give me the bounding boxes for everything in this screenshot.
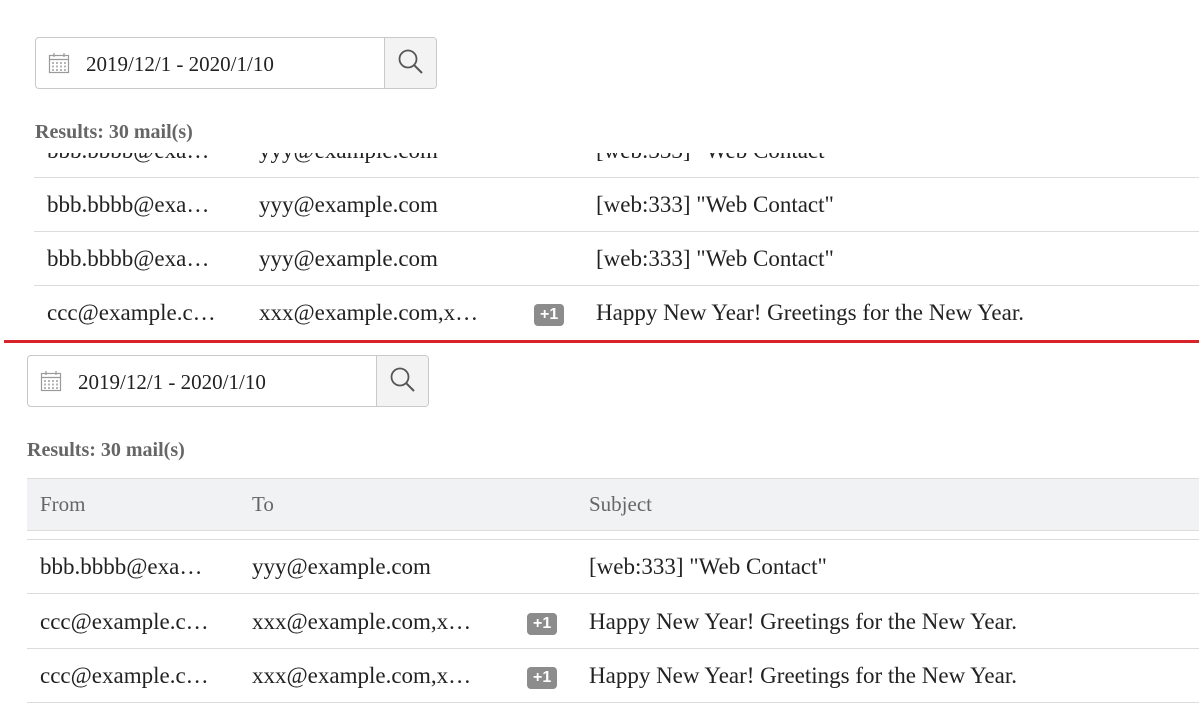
from-cell: ccc@example.c… (40, 609, 209, 634)
to-cell: yyy@example.com (259, 192, 438, 217)
column-header-subject[interactable]: Subject (589, 479, 652, 530)
mail-table-top: bbb.bbbb@exa… yyy@example.com [web:333] … (34, 124, 1199, 342)
subject-cell: [web:333] "Web Contact" (596, 192, 834, 217)
subject-cell: [web:333] "Web Contact" (589, 554, 827, 579)
from-cell: ccc@example.c… (47, 300, 216, 325)
comparison-divider (4, 340, 1199, 343)
from-cell: bbb.bbbb@exa… (40, 554, 203, 579)
recipient-count-cell: +1 (527, 649, 567, 702)
search-button[interactable] (376, 356, 428, 406)
recipient-count-badge[interactable]: +1 (534, 303, 565, 326)
column-header-to[interactable]: To (252, 479, 274, 530)
table-row[interactable]: ccc@example.c… xxx@example.com,x… +1 Hap… (27, 649, 1199, 703)
to-cell: xxx@example.com,x… (252, 609, 472, 634)
search-icon (398, 49, 423, 74)
from-cell: ccc@example.c… (40, 663, 209, 688)
column-header-from[interactable]: From (40, 479, 86, 530)
table-row[interactable]: ccc@example.c… xxx@example.com,x… +1 Hap… (27, 595, 1199, 649)
to-cell: yyy@example.com (252, 554, 431, 579)
recipient-count-badge[interactable]: +1 (527, 666, 558, 689)
recipient-count-badge[interactable]: +1 (527, 612, 558, 635)
date-range-search[interactable]: 2019/12/1 - 2020/1/10 (35, 37, 437, 89)
table-row[interactable]: bbb.bbbb@exa… yyy@example.com [web:333] … (34, 178, 1199, 232)
subject-cell: Happy New Year! Greetings for the New Ye… (589, 609, 1017, 634)
calendar-icon (48, 53, 70, 74)
table-header: From To Subject (27, 478, 1199, 531)
subject-cell: Happy New Year! Greetings for the New Ye… (596, 300, 1024, 325)
calendar-icon (40, 371, 62, 392)
table-row[interactable]: bbb.bbbb@exa… yyy@example.com [web:333] … (27, 540, 1199, 594)
results-count: Results: 30 mail(s) (27, 439, 185, 461)
date-range-value[interactable]: 2019/12/1 - 2020/1/10 (86, 38, 274, 88)
search-icon (390, 367, 415, 392)
date-range-search[interactable]: 2019/12/1 - 2020/1/10 (27, 355, 429, 407)
to-cell: yyy@example.com (259, 246, 438, 271)
subject-cell: Happy New Year! Greetings for the New Ye… (589, 663, 1017, 688)
from-cell: bbb.bbbb@exa… (47, 192, 210, 217)
top-panel: 2019/12/1 - 2020/1/10 Results: 30 mail(s… (0, 0, 1199, 342)
to-cell: xxx@example.com,x… (252, 663, 472, 688)
results-count: Results: 30 mail(s) (35, 121, 193, 143)
date-range-value[interactable]: 2019/12/1 - 2020/1/10 (78, 356, 266, 406)
subject-cell: [web:333] "Web Contact" (596, 246, 834, 271)
bottom-panel: 2019/12/1 - 2020/1/10 Results: 30 mail(s… (0, 346, 1199, 710)
table-row[interactable]: bbb.bbbb@exa… yyy@example.com [web:333] … (34, 232, 1199, 286)
search-button[interactable] (384, 38, 436, 88)
recipient-count-cell: +1 (527, 595, 567, 648)
from-cell: bbb.bbbb@exa… (47, 246, 210, 271)
to-cell: xxx@example.com,x… (259, 300, 479, 325)
table-row[interactable]: ccc@example.c… xxx@example.com,x… +1 Hap… (34, 286, 1199, 340)
recipient-count-cell: +1 (534, 286, 574, 339)
mail-table-bottom: From To Subject bbb.bbbb@exa… yyy@exampl… (27, 478, 1199, 710)
